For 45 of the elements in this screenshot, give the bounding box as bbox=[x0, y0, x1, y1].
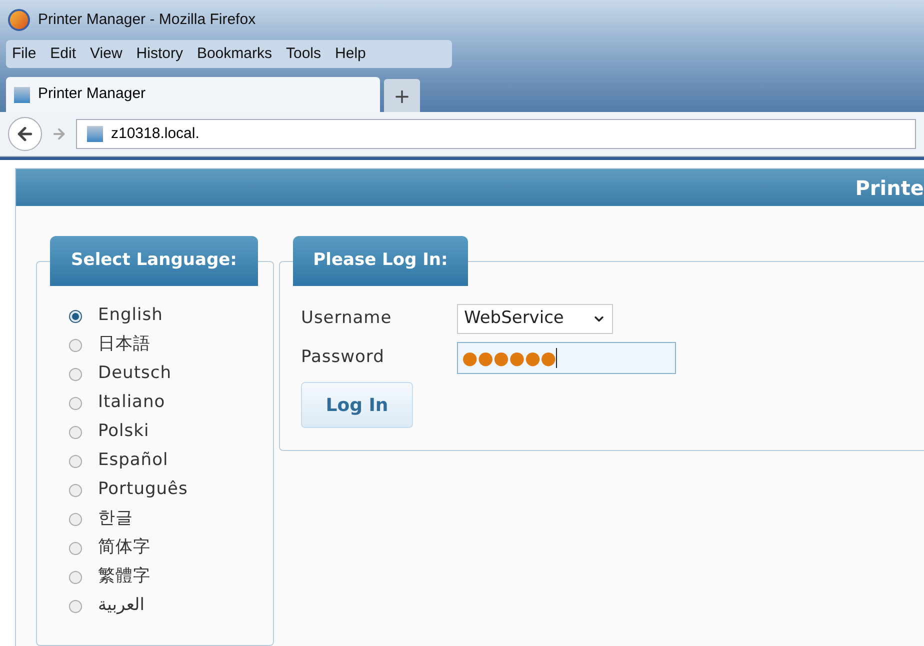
header-title: Printe bbox=[855, 174, 924, 202]
language-option[interactable]: 日本語 bbox=[98, 332, 150, 358]
page-icon bbox=[14, 86, 30, 102]
browser-logo-icon bbox=[8, 9, 30, 31]
menu-item[interactable]: View bbox=[90, 42, 122, 66]
login-button[interactable]: Log In bbox=[301, 382, 413, 428]
browser-tab[interactable]: Printer Manager bbox=[6, 77, 380, 112]
username-select[interactable]: WebService bbox=[457, 304, 613, 334]
language-option[interactable]: English bbox=[98, 303, 163, 329]
password-label: Password bbox=[301, 346, 386, 370]
window-title: Printer Manager - Mozilla Firefox bbox=[38, 10, 256, 30]
radio-button[interactable] bbox=[69, 542, 82, 554]
menu-item[interactable]: Edit bbox=[50, 42, 76, 66]
radio-button[interactable] bbox=[69, 396, 82, 410]
radio-button[interactable] bbox=[69, 484, 82, 496]
language-option[interactable]: العربية bbox=[98, 593, 144, 619]
panel-legend: Please Log In: bbox=[293, 236, 468, 286]
address-bar[interactable]: z10318.local. bbox=[76, 119, 916, 149]
menu-item[interactable]: File bbox=[12, 42, 36, 66]
radio-button[interactable] bbox=[69, 454, 82, 468]
language-option[interactable]: Deutsch bbox=[98, 361, 172, 387]
language-option[interactable]: Polski bbox=[98, 419, 150, 445]
radio-button[interactable] bbox=[69, 426, 82, 438]
language-option[interactable]: Italiano bbox=[98, 390, 166, 416]
radio-button[interactable] bbox=[69, 600, 82, 612]
panel-legend: Select Language: bbox=[50, 236, 258, 286]
page-icon bbox=[87, 126, 103, 142]
language-option[interactable]: Português bbox=[98, 477, 188, 503]
back-button[interactable] bbox=[8, 117, 42, 151]
language-option[interactable]: 繁體字 bbox=[98, 564, 150, 590]
radio-button[interactable] bbox=[69, 368, 82, 380]
menu-item[interactable]: History bbox=[136, 42, 183, 66]
language-option[interactable]: Español bbox=[98, 448, 168, 474]
menu-item[interactable]: Tools bbox=[286, 42, 322, 66]
new-tab-button[interactable]: + bbox=[384, 79, 420, 112]
language-option[interactable]: 한글 bbox=[98, 506, 133, 532]
radio-button[interactable] bbox=[69, 512, 82, 526]
menu-item[interactable]: Bookmarks bbox=[196, 42, 272, 66]
radio-button[interactable] bbox=[69, 310, 82, 322]
radio-button[interactable] bbox=[69, 338, 82, 352]
language-option[interactable]: 简体字 bbox=[98, 535, 150, 561]
menu-item[interactable]: Help bbox=[335, 42, 366, 66]
radio-button[interactable] bbox=[69, 570, 82, 584]
username-label: Username bbox=[301, 307, 393, 330]
forward-arrow-icon bbox=[51, 126, 67, 142]
